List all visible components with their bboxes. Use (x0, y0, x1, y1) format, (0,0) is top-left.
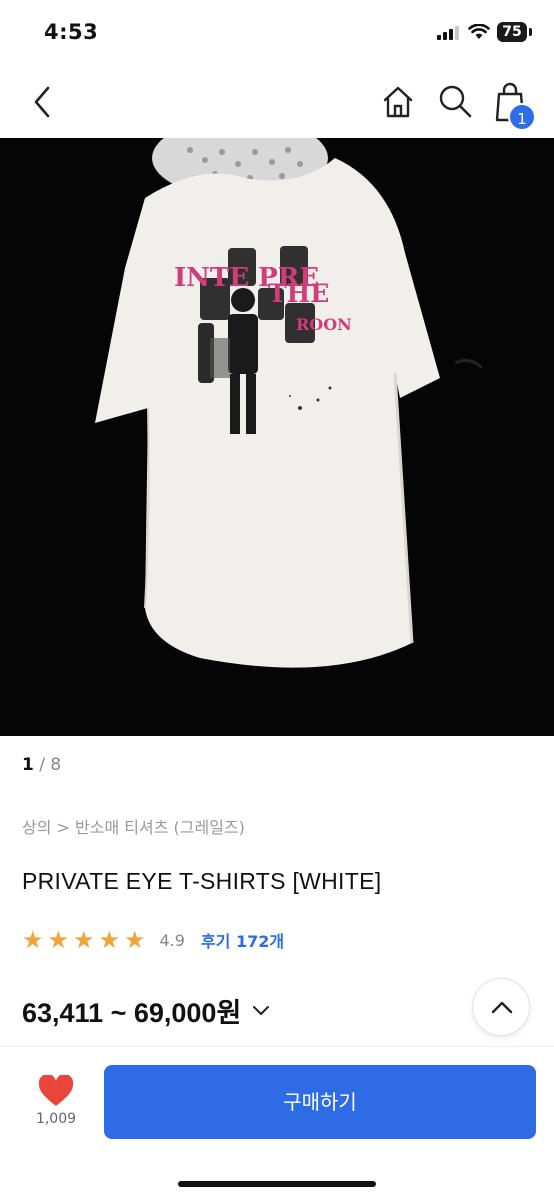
status-bar: 4:53 75 (0, 0, 554, 66)
pager-current: 1 (22, 755, 34, 775)
back-button[interactable] (26, 82, 60, 122)
like-button[interactable]: 1,009 (28, 1075, 84, 1135)
scroll-top-button[interactable] (472, 978, 530, 1036)
review-count-link[interactable]: 후기 172개 (201, 928, 284, 952)
pager-total: 8 (50, 755, 62, 775)
star-icon: ★ (47, 926, 70, 954)
nav-bar: 1 (0, 66, 554, 138)
signal-icon (437, 26, 459, 40)
image-pager: 1 / 8 (22, 755, 61, 775)
battery-tip (529, 28, 532, 36)
like-count: 1,009 (35, 1111, 77, 1127)
star-icon: ★ (98, 926, 121, 954)
chevron-up-icon (491, 1001, 513, 1014)
status-time: 4:53 (44, 20, 99, 44)
heart-icon (38, 1075, 74, 1106)
shirt-print-text-3: ROON (296, 315, 352, 334)
search-button[interactable] (436, 82, 474, 120)
home-button[interactable] (380, 84, 416, 120)
product-image[interactable]: INTE PRE THE ROON 비슷한 스타일› (0, 138, 554, 736)
pager-separator: / (33, 755, 51, 775)
cart-count-badge: 1 (508, 103, 536, 131)
tshirt-photo: INTE PRE THE ROON (0, 138, 554, 736)
chevron-left-icon (34, 86, 50, 118)
star-icon: ★ (73, 926, 95, 954)
product-title: PRIVATE EYE T-SHIRTS [WHITE] (22, 868, 382, 894)
search-icon (439, 85, 472, 118)
home-icon (383, 86, 413, 118)
wifi-icon (468, 24, 490, 39)
price-row: 63,411 ~ 69,000원 (22, 990, 271, 1030)
star-icon: ★ (124, 926, 146, 954)
star-icon: ★ (22, 926, 44, 954)
price-range: 63,411 ~ 69,000원 (22, 997, 242, 1028)
rating-value: 4.9 (159, 930, 185, 950)
shirt-print-text-2: THE (268, 279, 329, 308)
rating-stars: ★ ★ ★ ★ ★ (22, 928, 150, 952)
bottom-action-bar: 1,009 구매하기 (0, 1046, 554, 1200)
home-indicator (178, 1181, 376, 1187)
battery-icon: 75 (497, 22, 527, 42)
breadcrumb[interactable]: 상의 > 반소매 티셔츠 (그레일즈) (22, 814, 245, 838)
chevron-down-icon[interactable] (251, 1000, 271, 1020)
buy-button[interactable]: 구매하기 (104, 1065, 536, 1139)
rating-row: ★ ★ ★ ★ ★ 4.9 후기 172개 (22, 926, 284, 954)
